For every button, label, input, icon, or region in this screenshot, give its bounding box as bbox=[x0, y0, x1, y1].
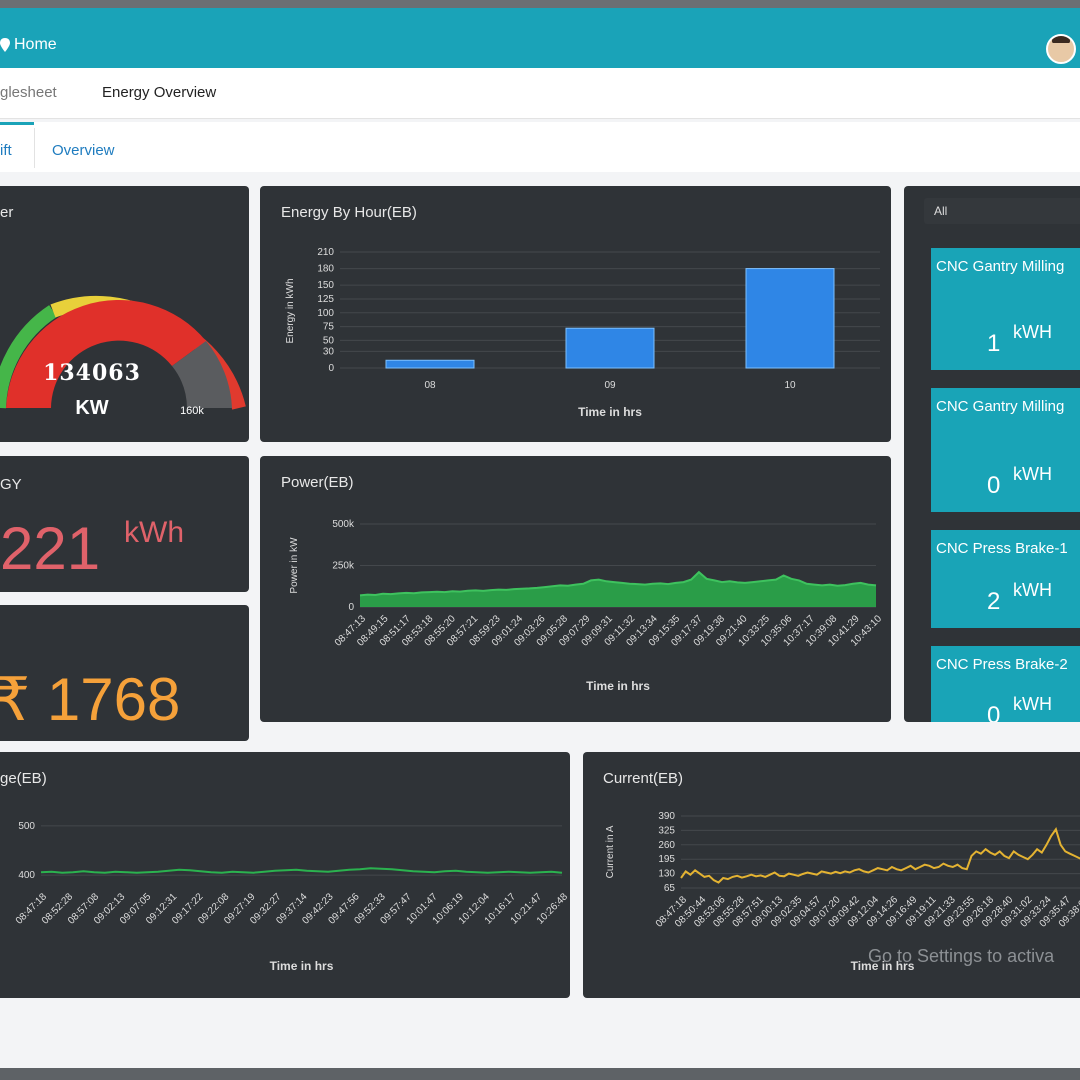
y-tick-label: 0 bbox=[328, 363, 334, 374]
energy-by-hour-chart: 0 3050 75 100 125 150 180 210 08 09 10 Time in hrs E… bbox=[285, 247, 880, 419]
gauge-value: 134063 bbox=[43, 360, 141, 386]
bar bbox=[565, 327, 655, 369]
energy-panel: GY 221 kWh bbox=[0, 456, 249, 592]
machine-unit: kWH bbox=[1013, 464, 1052, 484]
tab-bar: ift Overview bbox=[0, 122, 1080, 172]
y-tick-label: 400 bbox=[18, 870, 35, 881]
machine-value: 0 bbox=[987, 472, 1001, 499]
machine-card[interactable]: CNC Gantry Milling 1 kWH bbox=[931, 248, 1080, 370]
machine-list-panel: All CNC Gantry Milling 1 kWH CNC Gantry … bbox=[904, 186, 1080, 722]
y-tick-label: 125 bbox=[317, 294, 334, 305]
series-line bbox=[40, 867, 563, 874]
y-tick-label: 500 bbox=[18, 821, 35, 832]
y-tick-label: 100 bbox=[317, 308, 334, 319]
power-gauge: 134063 KW 160k bbox=[0, 295, 246, 419]
top-bar: Home bbox=[0, 8, 1080, 68]
y-tick-label: 500k bbox=[332, 519, 355, 530]
sub-navigation: glesheet Energy Overview bbox=[0, 68, 1080, 119]
window-frame-top bbox=[0, 0, 1080, 8]
x-tick-label: 08 bbox=[424, 380, 436, 391]
y-tick-label: 75 bbox=[323, 322, 335, 333]
avatar[interactable] bbox=[1046, 34, 1076, 64]
series-area bbox=[360, 572, 876, 607]
x-tick-label: 10 bbox=[784, 380, 796, 391]
gauge-unit: KW bbox=[75, 397, 108, 419]
y-tick-label: 195 bbox=[658, 854, 675, 865]
series-line bbox=[680, 827, 1080, 884]
y-tick-label: 130 bbox=[658, 869, 675, 880]
bar bbox=[745, 268, 835, 369]
x-axis-label: Time in hrs bbox=[578, 405, 642, 419]
machine-card[interactable]: CNC Press Brake-2 0 kWH bbox=[931, 646, 1080, 722]
y-tick-label: 260 bbox=[658, 840, 675, 851]
energy-value: 221 bbox=[0, 515, 101, 582]
y-tick-label: 30 bbox=[323, 346, 335, 357]
energy-by-hour-panel: Energy By Hour(EB) 0 30 50 75 100 125 150 180 21… bbox=[260, 186, 891, 442]
y-tick-label: 50 bbox=[323, 335, 335, 346]
y-axis-label: Power in kW bbox=[289, 537, 300, 594]
cost-panel: ₹ 1768 bbox=[0, 605, 249, 741]
x-tick-label: 09 bbox=[604, 380, 616, 391]
machine-unit: kWH bbox=[1013, 322, 1052, 342]
window-frame-bottom bbox=[0, 1068, 1080, 1080]
voltage-panel: ge(EB) 400 500 08:47:18 08:52:28 08:57:08 09:… bbox=[0, 752, 570, 998]
y-tick-label: 150 bbox=[317, 280, 334, 291]
energy-unit: kWh bbox=[124, 516, 184, 549]
x-axis-label: Time in hrs bbox=[586, 679, 650, 693]
machine-name: CNC Gantry Milling bbox=[936, 258, 1065, 275]
nav-item-energy-overview[interactable]: Energy Overview bbox=[102, 84, 216, 101]
y-tick-label: 180 bbox=[317, 264, 334, 275]
tab-divider bbox=[34, 128, 35, 168]
machine-value: 0 bbox=[987, 702, 1001, 722]
y-tick-label: 325 bbox=[658, 825, 675, 836]
gauge-max-label: 160k bbox=[180, 405, 204, 417]
machine-value: 1 bbox=[987, 330, 1001, 357]
nav-item-singlesheet[interactable]: glesheet bbox=[0, 84, 57, 101]
y-tick-label: 250k bbox=[332, 561, 355, 572]
y-tick-label: 0 bbox=[348, 602, 354, 613]
location-pin-icon bbox=[0, 38, 10, 52]
power-chart: 0250k500k08:47:1308:49:1508:51:1708:53:1… bbox=[289, 519, 884, 693]
machine-card[interactable]: CNC Press Brake-1 2 kWH bbox=[931, 530, 1080, 628]
x-axis-label: Time in hrs bbox=[270, 959, 334, 973]
machine-unit: kWH bbox=[1013, 694, 1052, 714]
voltage-chart: 40050008:47:1808:52:2808:57:0809:02:1309… bbox=[14, 821, 570, 973]
machine-card[interactable]: CNC Gantry Milling 0 kWH bbox=[931, 388, 1080, 512]
y-tick-label: 65 bbox=[664, 883, 676, 894]
bar bbox=[385, 359, 475, 369]
y-axis-label: Energy in kWh bbox=[285, 278, 296, 343]
machine-value: 2 bbox=[987, 588, 1001, 615]
tab-shift[interactable]: ift bbox=[0, 142, 12, 159]
power-panel: Power(EB) 0 250k 500k 08:47:13 08:49:15 08:51… bbox=[260, 456, 891, 722]
y-tick-label: 390 bbox=[658, 811, 675, 822]
home-label: Home bbox=[14, 36, 57, 53]
machine-filter-value: All bbox=[934, 204, 948, 218]
active-tab-indicator bbox=[0, 122, 34, 125]
gauge-panel: er 134063 KW 160k bbox=[0, 186, 249, 442]
y-tick-label: 210 bbox=[317, 247, 334, 258]
energy-title: GY bbox=[0, 476, 22, 493]
machine-name: CNC Press Brake-1 bbox=[936, 540, 1068, 557]
machine-unit: kWH bbox=[1013, 580, 1052, 600]
machine-name: CNC Gantry Milling bbox=[936, 398, 1065, 415]
y-axis-label: Current in A bbox=[605, 825, 616, 878]
cost-value: ₹ 1768 bbox=[0, 666, 181, 733]
machine-name: CNC Press Brake-2 bbox=[936, 656, 1068, 673]
activation-watermark: Go to Settings to activa bbox=[868, 946, 1055, 966]
tab-overview[interactable]: Overview bbox=[52, 142, 115, 159]
home-link[interactable]: Home bbox=[0, 36, 57, 54]
machine-filter-dropdown[interactable]: All bbox=[924, 198, 1080, 224]
